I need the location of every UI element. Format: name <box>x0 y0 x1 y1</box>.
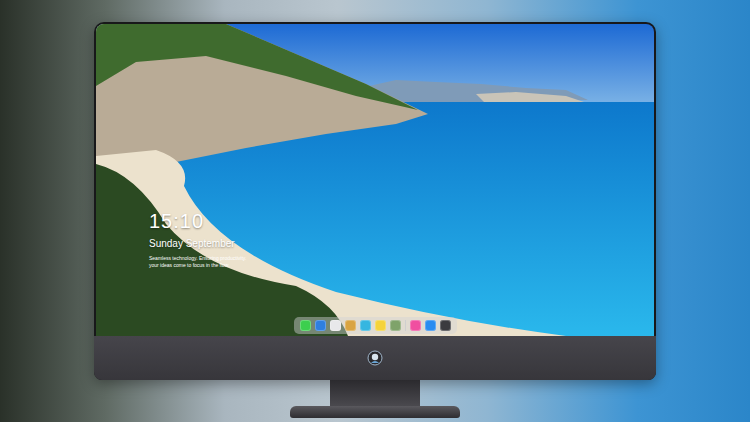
app-icon[interactable] <box>315 320 326 331</box>
beach-wallpaper-icon <box>96 24 654 336</box>
app-icon[interactable] <box>410 320 421 331</box>
dock-separator <box>405 320 406 331</box>
screen: 15:10 Sunday September Seamless technology… <box>96 24 654 336</box>
tagline-line: Seamless technology. Ensuring productivi… <box>149 255 654 262</box>
monitor: 15:10 Sunday September Seamless technology… <box>94 22 656 380</box>
clock-time: 15:10 <box>149 210 654 233</box>
app-icon[interactable] <box>300 320 311 331</box>
monitor-stand-base <box>290 406 460 418</box>
page: 15:10 Sunday September Seamless technology… <box>0 0 750 422</box>
app-icon[interactable] <box>330 320 341 331</box>
lock-screen: 15:10 Sunday September Seamless technology… <box>96 24 654 336</box>
clock-date: Sunday September <box>149 237 654 250</box>
dock <box>294 317 457 334</box>
app-icon[interactable] <box>375 320 386 331</box>
tagline-line: your ideas come to focus in the flow. <box>149 262 654 269</box>
app-icon[interactable] <box>360 320 371 331</box>
monitor-stand-neck <box>330 380 420 406</box>
app-icon[interactable] <box>425 320 436 331</box>
tagline: Seamless technology. Ensuring productivi… <box>149 255 654 268</box>
app-icon[interactable] <box>345 320 356 331</box>
monitor-chin <box>94 336 656 380</box>
brand-logo-icon <box>367 350 383 366</box>
app-icon[interactable] <box>390 320 401 331</box>
app-icon[interactable] <box>440 320 451 331</box>
